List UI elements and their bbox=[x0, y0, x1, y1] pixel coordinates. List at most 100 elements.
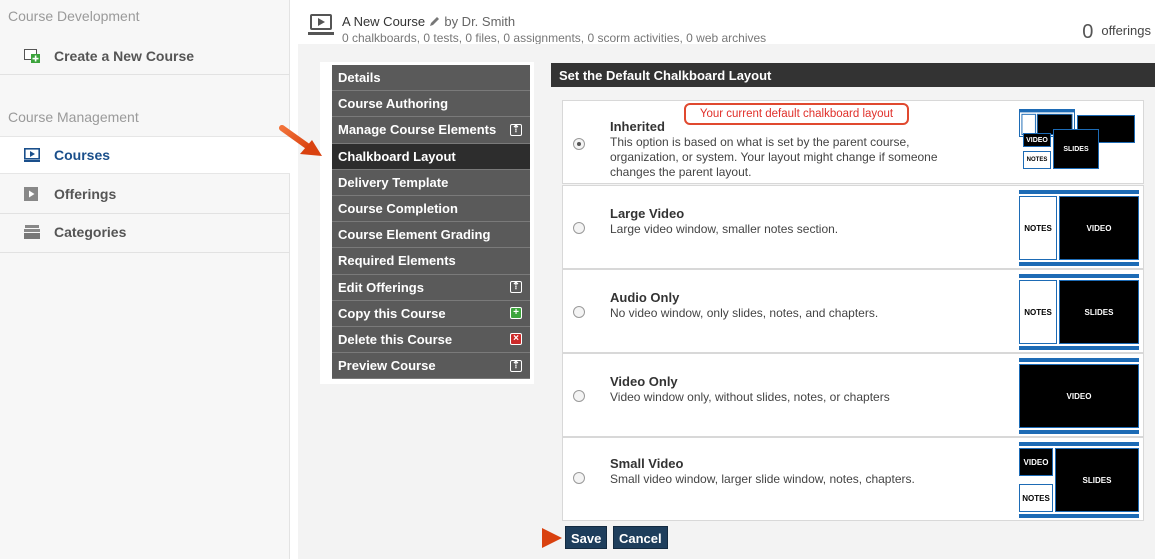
save-button[interactable]: Save bbox=[565, 526, 608, 549]
arrow-indicator-icon bbox=[501, 528, 562, 548]
menu-item-course-completion[interactable]: Course Completion bbox=[332, 195, 530, 223]
radio-audio-only[interactable] bbox=[573, 306, 585, 318]
large-video-thumbnail: NOTES VIDEO bbox=[1019, 190, 1139, 266]
sidebar-item-label: Courses bbox=[54, 147, 111, 163]
option-title: Inherited bbox=[610, 119, 665, 134]
thumb-bar bbox=[1019, 514, 1139, 518]
thumb-notes-box: NOTES bbox=[1023, 151, 1051, 169]
thumb-bar bbox=[1019, 346, 1139, 350]
thumb-slides-box: SLIDES bbox=[1055, 448, 1139, 512]
create-course-link[interactable]: Create a New Course bbox=[0, 37, 290, 75]
radio-small-video[interactable] bbox=[573, 472, 585, 484]
sidebar-divider bbox=[0, 252, 290, 253]
play-icon bbox=[24, 187, 40, 201]
thumb-video-box: VIDEO bbox=[1019, 448, 1053, 476]
offerings-number: 0 bbox=[1082, 21, 1094, 43]
add-course-icon bbox=[24, 49, 40, 63]
thumb-slides-box: SLIDES bbox=[1059, 280, 1139, 344]
small-video-thumbnail: VIDEO NOTES SLIDES bbox=[1019, 442, 1139, 518]
thumb-bar bbox=[1019, 262, 1139, 266]
option-description: Large video window, smaller notes sectio… bbox=[610, 222, 839, 236]
menu-item-label: Preview Course bbox=[338, 358, 436, 374]
thumb-video-box: VIDEO bbox=[1023, 133, 1051, 147]
thumb-slides-box: SLIDES bbox=[1053, 129, 1099, 169]
sidebar-divider bbox=[0, 74, 290, 75]
thumb-bar bbox=[1019, 358, 1139, 362]
thumb-notes-box: NOTES bbox=[1019, 280, 1057, 344]
layout-option-audio-only[interactable]: Audio Only No video window, only slides,… bbox=[562, 269, 1144, 353]
menu-item-chalkboard-layout[interactable]: Chalkboard Layout bbox=[332, 143, 530, 170]
course-stats: 0 chalkboards, 0 tests, 0 files, 0 assig… bbox=[342, 31, 767, 45]
thumb-bar bbox=[1019, 190, 1139, 194]
audio-only-thumbnail: NOTES SLIDES bbox=[1019, 274, 1139, 350]
course-management-heading: Course Management bbox=[8, 109, 139, 125]
course-menu: Details Course Authoring Manage Course E… bbox=[320, 62, 534, 384]
sidebar-item-categories[interactable]: Categories bbox=[0, 213, 290, 251]
export-icon: ⇡ bbox=[510, 123, 522, 136]
layout-option-video-only[interactable]: Video Only Video window only, without sl… bbox=[562, 353, 1144, 437]
inherited-layout-thumbnail: VIDEO SLIDES NOTES bbox=[1017, 107, 1139, 179]
arrow-indicator-icon bbox=[279, 125, 322, 156]
menu-item-course-authoring[interactable]: Course Authoring bbox=[332, 91, 530, 118]
option-description: No video window, only slides, notes, and… bbox=[610, 306, 879, 320]
menu-item-label: Details bbox=[338, 70, 381, 86]
offerings-count[interactable]: 0 offerings bbox=[1082, 18, 1151, 43]
sidebar-item-offerings[interactable]: Offerings bbox=[0, 175, 290, 213]
panel-title: Set the Default Chalkboard Layout bbox=[551, 63, 1155, 87]
cancel-button[interactable]: Cancel bbox=[613, 526, 668, 549]
menu-item-label: Course Element Grading bbox=[338, 227, 491, 243]
menu-item-label: Delete this Course bbox=[338, 331, 453, 347]
menu-item-edit-offerings[interactable]: Edit Offerings ⇡ bbox=[332, 274, 530, 301]
sidebar-item-label: Categories bbox=[54, 224, 127, 240]
thumb-notes-box: NOTES bbox=[1019, 196, 1057, 260]
sidebar-item-label: Offerings bbox=[54, 186, 117, 202]
menu-item-label: Required Elements bbox=[338, 253, 456, 269]
thumb-bar bbox=[1019, 274, 1139, 278]
create-course-label: Create a New Course bbox=[54, 48, 195, 64]
menu-item-label: Edit Offerings bbox=[338, 279, 424, 295]
menu-item-course-element-grading[interactable]: Course Element Grading bbox=[332, 222, 530, 249]
menu-item-label: Delivery Template bbox=[338, 174, 449, 190]
menu-item-manage-course-elements[interactable]: Manage Course Elements ⇡ bbox=[332, 117, 530, 144]
radio-inherited[interactable] bbox=[573, 138, 585, 150]
menu-item-copy-course[interactable]: Copy this Course + bbox=[332, 300, 530, 327]
thumb-video-box: VIDEO bbox=[1059, 196, 1139, 260]
thumb-notes-box: NOTES bbox=[1019, 484, 1053, 512]
menu-item-label: Manage Course Elements bbox=[338, 122, 497, 138]
menu-item-delete-course[interactable]: Delete this Course × bbox=[332, 326, 530, 354]
course-header: A New Course by Dr. Smith 0 chalkboards,… bbox=[298, 0, 1155, 45]
layout-option-small-video[interactable]: Small Video Small video window, larger s… bbox=[562, 437, 1144, 521]
menu-item-label: Course Authoring bbox=[338, 96, 449, 112]
option-title: Video Only bbox=[610, 374, 678, 389]
course-development-heading: Course Development bbox=[8, 8, 140, 24]
thumb-video-box: VIDEO bbox=[1019, 364, 1139, 428]
option-title: Small Video bbox=[610, 456, 684, 471]
option-description: Video window only, without slides, notes… bbox=[610, 390, 890, 404]
thumb-bar bbox=[1019, 430, 1139, 434]
play-icon bbox=[24, 148, 40, 162]
radio-large-video[interactable] bbox=[573, 222, 585, 234]
menu-item-required-elements[interactable]: Required Elements bbox=[332, 248, 530, 275]
categories-icon bbox=[24, 225, 40, 239]
option-title: Audio Only bbox=[610, 290, 680, 305]
sidebar-item-courses[interactable]: Courses bbox=[0, 136, 290, 174]
course-name[interactable]: A New Course bbox=[342, 14, 425, 29]
layout-option-large-video[interactable]: Large Video Large video window, smaller … bbox=[562, 185, 1144, 269]
menu-item-details[interactable]: Details bbox=[332, 65, 530, 92]
option-description: This option is based on what is set by t… bbox=[610, 135, 938, 179]
video-only-thumbnail: VIDEO bbox=[1019, 358, 1139, 434]
course-icon-base bbox=[308, 32, 334, 35]
menu-item-preview-course[interactable]: Preview Course ⇡ bbox=[332, 353, 530, 380]
menu-item-label: Copy this Course bbox=[338, 305, 446, 321]
export-icon: ⇡ bbox=[510, 281, 522, 294]
option-description: Small video window, larger slide window,… bbox=[610, 472, 915, 486]
offerings-label: offerings bbox=[1101, 23, 1151, 38]
menu-item-label: Chalkboard Layout bbox=[338, 148, 456, 164]
thumb-bar bbox=[1019, 442, 1139, 446]
course-author: by Dr. Smith bbox=[444, 14, 516, 29]
pencil-icon[interactable] bbox=[429, 15, 441, 26]
radio-video-only[interactable] bbox=[573, 390, 585, 402]
menu-item-delivery-template[interactable]: Delivery Template bbox=[332, 169, 530, 196]
course-title: A New Course by Dr. Smith bbox=[342, 14, 515, 29]
course-icon bbox=[310, 14, 332, 30]
